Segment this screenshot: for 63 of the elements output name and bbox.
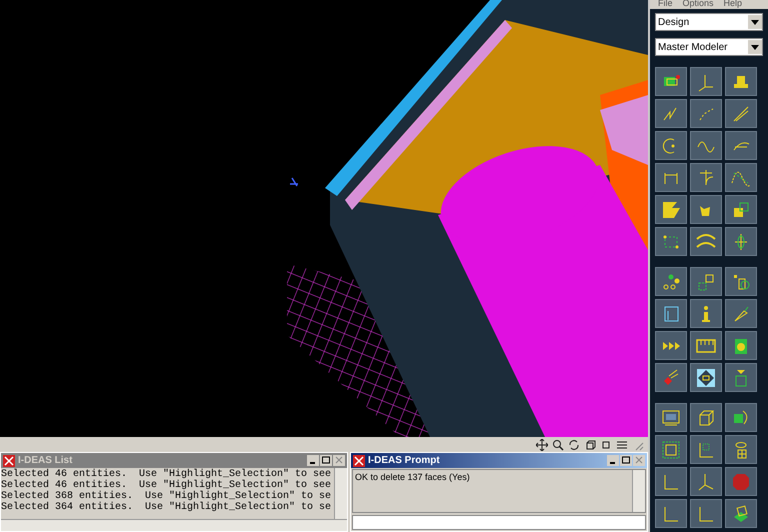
- tool-button[interactable]: [690, 331, 722, 360]
- tool-button[interactable]: [725, 299, 757, 328]
- tool-button[interactable]: [655, 331, 687, 360]
- pan-icon[interactable]: [536, 438, 548, 450]
- tool-button[interactable]: [655, 131, 687, 160]
- app-logo-icon: [353, 454, 365, 466]
- window-title: I-DEAS Prompt: [368, 455, 440, 466]
- tool-button[interactable]: [690, 299, 722, 328]
- tool-button[interactable]: [690, 131, 722, 160]
- vertical-scrollbar[interactable]: [632, 470, 645, 512]
- tool-button[interactable]: [655, 499, 687, 528]
- tool-button[interactable]: [725, 67, 757, 96]
- maximize-button[interactable]: [620, 455, 632, 466]
- prompt-message: OK to delete 137 faces (Yes): [354, 471, 471, 484]
- horizontal-scrollbar[interactable]: [1, 519, 347, 531]
- fit-view-icon: [660, 438, 682, 460]
- tool-button[interactable]: [690, 267, 722, 296]
- minimize-button[interactable]: [307, 455, 319, 466]
- mode-dropdown[interactable]: Master Modeler: [655, 38, 763, 56]
- tool-button[interactable]: [690, 195, 722, 224]
- tool-button[interactable]: [725, 227, 757, 256]
- tool-button[interactable]: [725, 435, 757, 464]
- prompt-input-field[interactable]: [352, 515, 646, 530]
- tool-button[interactable]: [725, 267, 757, 296]
- tool-button[interactable]: [725, 195, 757, 224]
- lines-icon[interactable]: [616, 438, 628, 450]
- maximize-button[interactable]: [320, 455, 332, 466]
- diamond-icon: [695, 366, 717, 388]
- tool-button[interactable]: [655, 435, 687, 464]
- tool-button[interactable]: [655, 163, 687, 192]
- tool-button[interactable]: [690, 227, 722, 256]
- tool-button[interactable]: [690, 467, 722, 496]
- list-line: Selected 364 entities. Use "Highlight_Selection" to se: [1, 502, 332, 513]
- tool-button[interactable]: [690, 163, 722, 192]
- tool-button[interactable]: [655, 467, 687, 496]
- tool-button[interactable]: [655, 99, 687, 128]
- list-line: Selected 368 entities. Use "Highlight_Selection" to se: [1, 491, 332, 502]
- window-title: I-DEAS List: [18, 455, 72, 466]
- list-line: Selected 46 entities. Use "Highlight_Selection" to see: [1, 480, 332, 491]
- tool-button[interactable]: [655, 403, 687, 432]
- axis-triad-icon: [289, 177, 299, 187]
- list-line: Selected 46 entities. Use "Highlight_Selection" to see: [1, 469, 332, 480]
- tool-button[interactable]: [655, 299, 687, 328]
- mode-dropdown[interactable]: Design: [655, 13, 763, 31]
- zoom-icon[interactable]: [552, 438, 564, 450]
- tool-button[interactable]: [655, 67, 687, 96]
- tool-button[interactable]: [725, 131, 757, 160]
- tool-button[interactable]: [725, 499, 757, 528]
- rotate-icon[interactable]: [568, 438, 580, 450]
- tool-button[interactable]: [655, 267, 687, 296]
- tool-button[interactable]: [690, 363, 722, 392]
- tool-button[interactable]: [725, 331, 757, 360]
- tool-button[interactable]: [690, 435, 722, 464]
- tool-button[interactable]: [690, 403, 722, 432]
- app-logo-icon: [3, 454, 15, 466]
- tool-button[interactable]: [725, 99, 757, 128]
- tool-button[interactable]: [690, 67, 722, 96]
- vertical-scrollbar[interactable]: [334, 468, 347, 519]
- tool-button[interactable]: [655, 195, 687, 224]
- tool-button[interactable]: [690, 499, 722, 528]
- square-icon[interactable]: [600, 438, 612, 450]
- minimize-button[interactable]: [607, 455, 619, 466]
- cube-rotate-icon[interactable]: [584, 438, 596, 450]
